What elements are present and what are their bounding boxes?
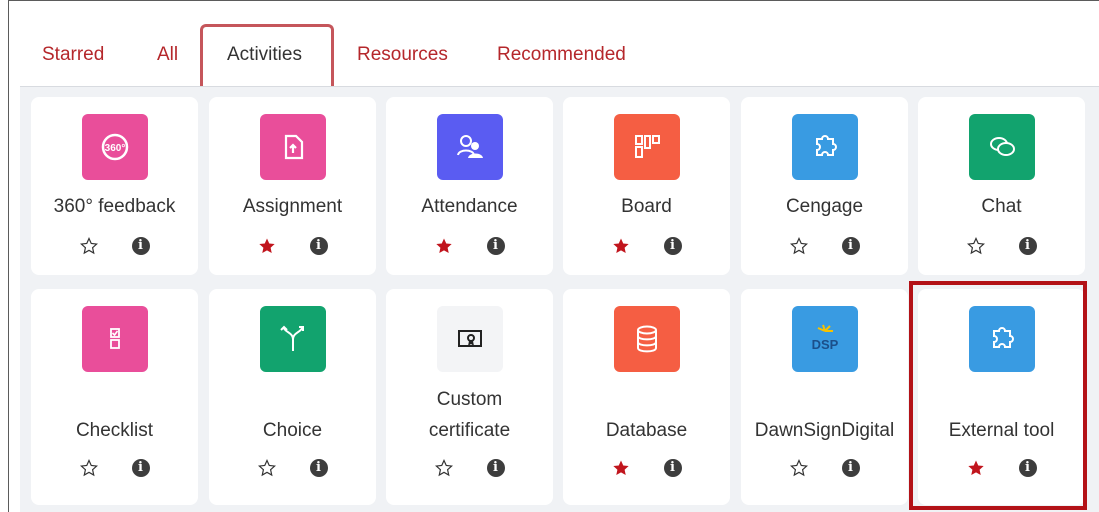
activity-card-dawnsigndigital[interactable]: DSP DawnSignDigital i bbox=[741, 289, 908, 505]
activity-card-cengage[interactable]: Cengage i bbox=[741, 97, 908, 275]
activity-card-attendance[interactable]: Attendance i bbox=[386, 97, 553, 275]
tab-recommended[interactable]: Recommended bbox=[497, 44, 626, 66]
activity-card-database[interactable]: Database i bbox=[563, 289, 730, 505]
chat-icon bbox=[968, 114, 1035, 180]
info-icon[interactable]: i bbox=[660, 233, 686, 259]
star-outline-icon[interactable] bbox=[786, 233, 812, 259]
board-icon bbox=[613, 114, 680, 180]
feedback-360-icon: 360° bbox=[81, 114, 148, 180]
info-icon[interactable]: i bbox=[128, 233, 154, 259]
activity-name-line-1: Custom bbox=[436, 389, 503, 410]
activity-card-checklist[interactable]: Checklist i bbox=[31, 289, 198, 505]
activity-card-chat[interactable]: Chat i bbox=[918, 97, 1085, 275]
activity-name: Database bbox=[605, 420, 688, 441]
checklist-icon bbox=[81, 306, 148, 372]
star-outline-icon[interactable] bbox=[76, 455, 102, 481]
star-outline-icon[interactable] bbox=[786, 455, 812, 481]
star-outline-icon[interactable] bbox=[431, 455, 457, 481]
tab-all[interactable]: All bbox=[157, 44, 178, 66]
star-filled-icon[interactable] bbox=[431, 233, 457, 259]
info-icon[interactable]: i bbox=[660, 455, 686, 481]
attendance-icon bbox=[436, 114, 503, 180]
dsp-logo-icon: DSP bbox=[791, 306, 858, 372]
info-icon[interactable]: i bbox=[838, 455, 864, 481]
star-outline-icon[interactable] bbox=[254, 455, 280, 481]
info-icon[interactable]: i bbox=[1015, 233, 1041, 259]
choice-icon bbox=[259, 306, 326, 372]
activity-name: Board bbox=[621, 196, 672, 217]
star-filled-icon[interactable] bbox=[254, 233, 280, 259]
tab-resources[interactable]: Resources bbox=[357, 44, 448, 66]
activity-name: Assignment bbox=[242, 196, 343, 217]
svg-text:360°: 360° bbox=[104, 143, 125, 154]
certificate-icon bbox=[436, 306, 503, 372]
activity-name-line-2: certificate bbox=[428, 420, 511, 441]
info-icon[interactable]: i bbox=[306, 455, 332, 481]
star-outline-icon[interactable] bbox=[76, 233, 102, 259]
info-icon[interactable]: i bbox=[306, 233, 332, 259]
info-icon[interactable]: i bbox=[838, 233, 864, 259]
tab-activities[interactable]: Activities bbox=[227, 44, 302, 66]
star-outline-icon[interactable] bbox=[963, 233, 989, 259]
activity-card-360-feedback[interactable]: 360° 360° feedback i bbox=[31, 97, 198, 275]
activity-card-custom-certificate[interactable]: Custom certificate i bbox=[386, 289, 553, 505]
database-icon bbox=[613, 306, 680, 372]
activity-card-board[interactable]: Board i bbox=[563, 97, 730, 275]
external-tool-highlight-box bbox=[909, 281, 1087, 510]
activity-name: 360° feedback bbox=[53, 196, 176, 217]
activity-name: Attendance bbox=[421, 196, 518, 217]
activity-card-assignment[interactable]: Assignment i bbox=[209, 97, 376, 275]
activity-name: Choice bbox=[262, 420, 323, 441]
activity-name: Checklist bbox=[75, 420, 154, 441]
tab-starred[interactable]: Starred bbox=[42, 44, 104, 66]
star-filled-icon[interactable] bbox=[608, 233, 634, 259]
activity-name: Chat bbox=[981, 196, 1022, 217]
activity-name: DawnSignDigital bbox=[754, 420, 895, 441]
puzzle-icon bbox=[791, 114, 858, 180]
info-icon[interactable]: i bbox=[483, 233, 509, 259]
info-icon[interactable]: i bbox=[128, 455, 154, 481]
svg-text:DSP: DSP bbox=[811, 337, 838, 352]
info-icon[interactable]: i bbox=[483, 455, 509, 481]
activity-card-choice[interactable]: Choice i bbox=[209, 289, 376, 505]
star-filled-icon[interactable] bbox=[608, 455, 634, 481]
activity-name: Cengage bbox=[785, 196, 864, 217]
assignment-icon bbox=[259, 114, 326, 180]
